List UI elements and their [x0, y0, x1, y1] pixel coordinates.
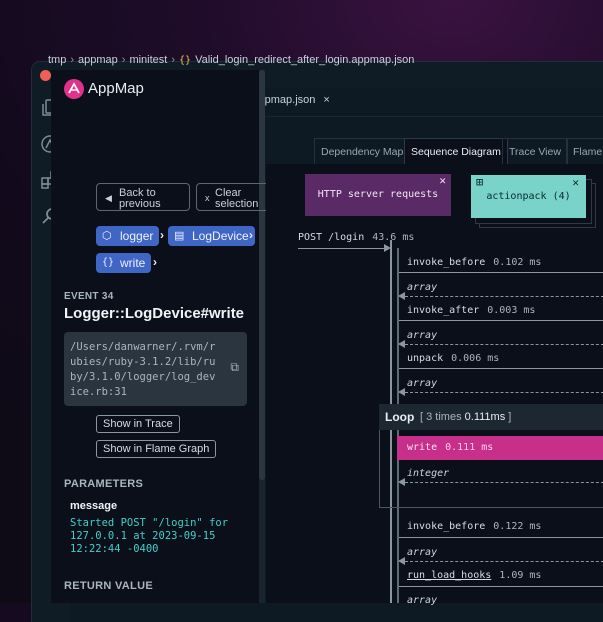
- clear-x-icon: x: [205, 193, 210, 203]
- chip-class[interactable]: ▤ LogDevice: [168, 226, 255, 246]
- actor-label: actionpack (4): [486, 191, 571, 202]
- return-arrow: [405, 392, 603, 393]
- return-arrow: [405, 296, 603, 297]
- chip-label: LogDevice: [192, 229, 249, 243]
- return-arrow: [405, 344, 603, 345]
- arrow-head-left-icon: [398, 388, 405, 396]
- breadcrumb-item[interactable]: minitest: [129, 54, 167, 66]
- close-actor-icon[interactable]: ✕: [439, 160, 446, 202]
- call-arrow: [399, 320, 603, 321]
- chevron-right-icon: ›: [153, 255, 157, 269]
- class-icon: ▤: [174, 230, 185, 242]
- return-arrow: [405, 482, 603, 483]
- call-label: invoke_before: [407, 257, 486, 268]
- actor-http-server[interactable]: ✕ HTTP server requests: [305, 174, 451, 216]
- back-button[interactable]: ◀ Back to previous: [96, 183, 190, 211]
- function-icon: {}: [102, 257, 115, 268]
- chevron-right-icon: ›: [249, 228, 253, 242]
- request-label: POST /login: [298, 232, 365, 243]
- return-value-heading: RETURN VALUE: [64, 580, 153, 592]
- tab-sequence-diagram[interactable]: Sequence Diagram: [404, 138, 508, 164]
- request-message[interactable]: POST /login 43.6 ms: [298, 232, 414, 243]
- call-label: unpack: [407, 353, 444, 364]
- request-time: 43.6 ms: [372, 232, 415, 243]
- breadcrumb-separator: ›: [70, 54, 75, 66]
- parameters-heading: PARAMETERS: [64, 478, 144, 490]
- tab-close-icon[interactable]: ×: [323, 94, 329, 106]
- call-time: 0.122 ms: [493, 521, 542, 532]
- call-message[interactable]: invoke_before 0.122 ms: [407, 521, 541, 532]
- call-time: 1.09 ms: [499, 570, 542, 581]
- chip-package[interactable]: ⬡ logger: [96, 226, 160, 246]
- source-path-text: /Users/danwarner/.rvm/rubies/ruby-3.1.2/…: [70, 341, 216, 398]
- call-time: 0.006 ms: [451, 353, 500, 364]
- return-label: integer: [407, 468, 450, 479]
- call-time: 0.111 ms: [445, 442, 494, 453]
- arrow-head-left-icon: [398, 478, 405, 486]
- call-message[interactable]: invoke_before 0.102 ms: [407, 257, 541, 268]
- arrow-head-left-icon: [398, 557, 405, 565]
- chip-label: write: [120, 256, 146, 270]
- source-path[interactable]: /Users/danwarner/.rvm/rubies/ruby-3.1.2/…: [64, 332, 247, 406]
- loop-title: Loop: [385, 410, 415, 424]
- close-actor-icon[interactable]: ✕: [572, 161, 579, 204]
- parameter-name: message: [70, 500, 118, 512]
- back-button-label: Back to previous: [119, 187, 161, 210]
- show-in-trace-button[interactable]: Show in Trace: [96, 415, 180, 433]
- loop-count: 3 times: [426, 411, 462, 423]
- call-arrow: [399, 368, 603, 369]
- call-message[interactable]: unpack 0.006 ms: [407, 353, 499, 364]
- call-time: 0.003 ms: [487, 305, 536, 316]
- call-label: run_load_hooks: [407, 570, 492, 581]
- expand-actor-icon[interactable]: ⊞: [476, 161, 483, 204]
- show-in-flame-graph-button[interactable]: Show in Flame Graph: [96, 440, 217, 458]
- call-message[interactable]: run_load_hooks 1.09 ms: [407, 570, 541, 581]
- call-arrow: [399, 537, 603, 538]
- event-label: EVENT 34: [64, 291, 114, 302]
- request-arrow: [298, 248, 384, 249]
- call-label: invoke_before: [407, 521, 486, 532]
- external-link-icon[interactable]: ⧉: [230, 360, 239, 375]
- parameter-value: Started POST "/login" for 127.0.0.1 at 2…: [70, 517, 229, 555]
- package-icon: ⬡: [102, 230, 112, 242]
- return-arrow: [405, 561, 603, 562]
- actor-label: HTTP server requests: [317, 189, 439, 200]
- arrow-head-right-icon: [384, 244, 391, 252]
- call-arrow: [399, 586, 603, 587]
- call-arrow: [399, 272, 603, 273]
- return-label: array: [407, 378, 438, 389]
- breadcrumb-separator: ›: [121, 54, 126, 66]
- tab-trace-view[interactable]: Trace View: [502, 138, 568, 164]
- appmap-logo-icon: [64, 79, 84, 99]
- selected-call-write[interactable]: write 0.111 ms: [397, 436, 603, 460]
- clear-button-label: Clear selection: [215, 187, 259, 210]
- return-label: array: [407, 595, 438, 606]
- event-title: Logger::LogDevice#write: [64, 305, 245, 322]
- call-time: 0.102 ms: [493, 257, 542, 268]
- loop-duration: 0.111ms: [464, 411, 506, 423]
- back-arrow-icon: ◀: [105, 193, 112, 203]
- app-name: AppMap: [88, 80, 144, 97]
- call-label: write: [407, 442, 438, 453]
- breadcrumb-item[interactable]: tmp: [48, 54, 66, 66]
- panel-scrollbar[interactable]: [259, 70, 265, 480]
- tab-dependency-map[interactable]: Dependency Map: [314, 138, 411, 164]
- arrow-head-left-icon: [398, 340, 405, 348]
- loop-info: [ 3 times 0.111ms ]: [420, 411, 512, 423]
- chip-function[interactable]: {} write: [96, 253, 152, 273]
- breadcrumb-item[interactable]: appmap: [78, 54, 118, 66]
- return-label: array: [407, 330, 438, 341]
- call-label: invoke_after: [407, 305, 480, 316]
- return-label: array: [407, 282, 438, 293]
- chip-label: logger: [120, 229, 154, 243]
- json-file-icon: {}: [179, 55, 192, 66]
- breadcrumb-item[interactable]: Valid_login_redirect_after_login.appmap.…: [195, 54, 414, 66]
- arrow-head-left-icon: [398, 292, 405, 300]
- return-label: array: [407, 547, 438, 558]
- breadcrumb-separator: ›: [171, 54, 176, 66]
- chevron-right-icon: ›: [160, 228, 164, 242]
- call-message[interactable]: invoke_after 0.003 ms: [407, 305, 535, 316]
- actor-actionpack[interactable]: ⊞ ✕ actionpack (4): [471, 175, 586, 218]
